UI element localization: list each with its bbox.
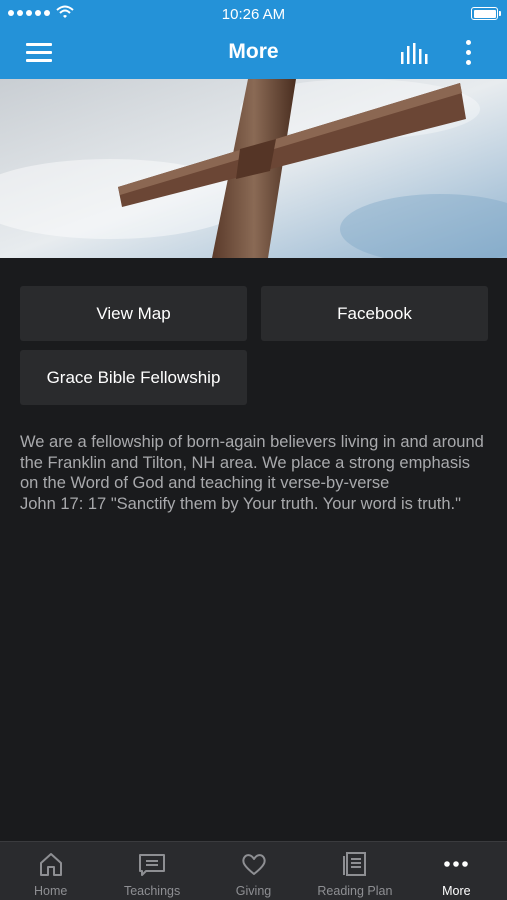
- more-screen: 10:26 AM More View Map Facebook Grace Bi…: [0, 0, 507, 900]
- top-bar: 10:26 AM More: [0, 0, 507, 79]
- home-icon: [39, 853, 62, 876]
- status-time: 10:26 AM: [221, 6, 286, 23]
- tab-home[interactable]: Home: [0, 842, 101, 900]
- tab-giving[interactable]: Giving: [203, 842, 304, 900]
- tab-more[interactable]: More: [406, 842, 507, 900]
- status-bar: 10:26 AM: [0, 0, 507, 28]
- more-horizontal-icon: [444, 861, 469, 867]
- heart-icon: [241, 854, 266, 875]
- book-icon: [342, 852, 366, 876]
- church-website-button[interactable]: Grace Bible Fellowship: [20, 350, 247, 405]
- tab-label: Teachings: [123, 884, 181, 898]
- message-icon: [139, 854, 166, 876]
- church-description: We are a fellowship of born-again believ…: [20, 433, 484, 513]
- tab-label: Giving: [235, 884, 272, 898]
- tab-label: Home: [34, 884, 68, 898]
- facebook-button[interactable]: Facebook: [261, 286, 488, 341]
- view-map-button[interactable]: View Map: [20, 286, 247, 341]
- tab-label: More: [442, 884, 471, 898]
- tab-teachings[interactable]: Teachings: [101, 842, 202, 900]
- battery-icon: [471, 7, 501, 20]
- tab-label: Reading Plan: [317, 884, 393, 898]
- tab-reading-plan[interactable]: Reading Plan: [304, 842, 405, 900]
- cross-hero-image: [0, 79, 507, 258]
- overflow-menu-button[interactable]: [458, 38, 480, 68]
- tab-bar: Home Teachings Giving Reading Plan More: [0, 841, 507, 900]
- audio-player-button[interactable]: [398, 40, 432, 66]
